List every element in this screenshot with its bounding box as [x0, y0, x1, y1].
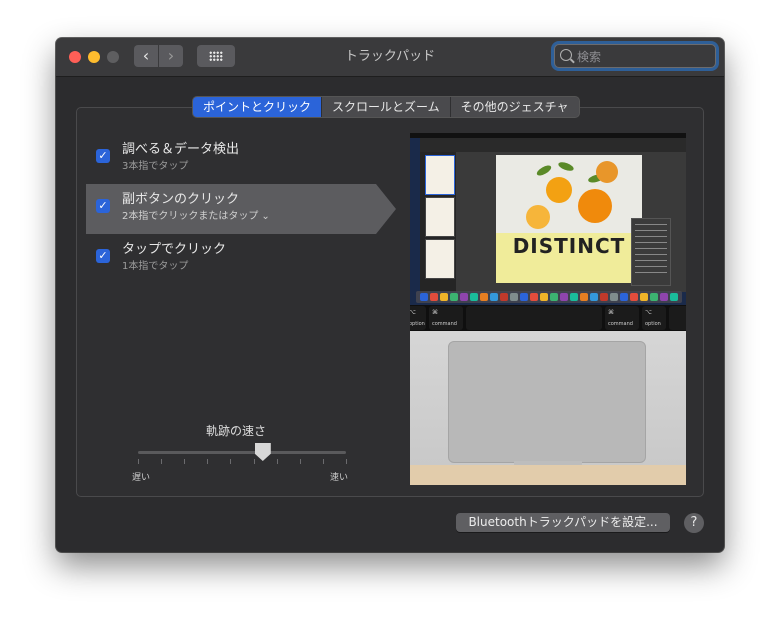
- dock-app-icon: [640, 293, 648, 301]
- dock-app-icon: [650, 293, 658, 301]
- slider-tick: [138, 459, 139, 464]
- preview-dock: [416, 291, 682, 303]
- tab-point-and-click[interactable]: ポイントとクリック: [193, 97, 323, 117]
- dock-app-icon: [510, 293, 518, 301]
- preview-trackpad: [448, 341, 646, 463]
- slider-tick: [207, 459, 209, 464]
- setup-bluetooth-trackpad-button[interactable]: Bluetoothトラックパッドを設定...: [456, 513, 670, 532]
- key-command-left: ⌘ command: [429, 306, 463, 330]
- option-subtitle: 3本指でタップ: [122, 161, 189, 172]
- dock-app-icon: [660, 293, 668, 301]
- dock-app-icon: [560, 293, 568, 301]
- option-title: タップでクリック: [122, 242, 227, 257]
- slider-tick: [253, 459, 255, 464]
- key-command-right: ⌘ command: [605, 306, 639, 330]
- dock-app-icon: [490, 293, 498, 301]
- gesture-preview-video: DISTINCT ⌥ option ⌘ command ⌘ command ⌥ opti…: [410, 133, 686, 485]
- slider-tick: [184, 459, 186, 464]
- option-secondary-click[interactable]: ✓ 副ボタンのクリック 2本指でクリックまたはタップ ⌄: [86, 184, 396, 234]
- slider-tick: [230, 459, 232, 464]
- search-icon: [560, 49, 572, 61]
- preferences-window: ‹ › トラックパッド ポイントとクリック スクロールとズーム その他のジェスチ…: [56, 38, 724, 552]
- dock-app-icon: [610, 293, 618, 301]
- dock-app-icon: [630, 293, 638, 301]
- option-subtitle: 1本指でタップ: [122, 261, 189, 272]
- dock-app-icon: [570, 293, 578, 301]
- dock-app-icon: [480, 293, 488, 301]
- dock-app-icon: [420, 293, 428, 301]
- dock-app-icon: [540, 293, 548, 301]
- preview-context-menu: [631, 218, 671, 286]
- tracking-speed-label: 軌跡の速さ: [205, 424, 266, 438]
- slider-tick: [299, 459, 301, 464]
- oranges-photo: [496, 155, 642, 233]
- document-headline: DISTINCT: [512, 234, 626, 258]
- tab-bar: ポイントとクリック スクロールとズーム その他のジェスチャ: [193, 97, 579, 117]
- dock-app-icon: [550, 293, 558, 301]
- option-title: 調べる＆データ検出: [122, 142, 240, 157]
- tab-more-gestures[interactable]: その他のジェスチャ: [451, 97, 579, 117]
- slider-tick: [161, 459, 163, 464]
- dock-app-icon: [450, 293, 458, 301]
- slider-tick: [276, 459, 278, 464]
- help-button[interactable]: ?: [684, 513, 704, 533]
- preview-page-thumbnail: [425, 155, 455, 195]
- chevron-down-icon: ⌄: [261, 211, 270, 222]
- preview-document-page: DISTINCT: [496, 155, 671, 286]
- key-option-right: ⌥ option: [642, 306, 666, 330]
- preview-laptop-case: [410, 331, 686, 485]
- dock-app-icon: [520, 293, 528, 301]
- tab-scroll-and-zoom[interactable]: スクロールとズーム: [322, 97, 451, 117]
- dock-app-icon: [500, 293, 508, 301]
- checkbox-tap-to-click[interactable]: ✓: [96, 249, 110, 263]
- option-subtitle-dropdown[interactable]: 2本指でクリックまたはタップ ⌄: [122, 207, 270, 222]
- preview-page-thumbnail: [425, 239, 455, 279]
- dock-app-icon: [440, 293, 448, 301]
- dock-app-icon: [460, 293, 468, 301]
- option-title: 副ボタンのクリック: [122, 192, 240, 207]
- preview-screen: DISTINCT: [410, 133, 686, 305]
- key-space: [466, 306, 602, 330]
- key-option-left: ⌥ option: [410, 306, 426, 330]
- dock-app-icon: [470, 293, 478, 301]
- tracking-speed-slider-track[interactable]: [138, 451, 346, 454]
- checkbox-secondary-click[interactable]: ✓: [96, 199, 110, 213]
- option-tap-to-click[interactable]: ✓ タップでクリック 1本指でタップ: [84, 234, 384, 284]
- slider-tick: [322, 459, 324, 464]
- dock-app-icon: [670, 293, 678, 301]
- dock-app-icon: [600, 293, 608, 301]
- slow-label: 遅い: [132, 473, 151, 483]
- preview-page-thumbnail: [425, 197, 455, 237]
- dock-app-icon: [430, 293, 438, 301]
- preview-keyboard: ⌥ option ⌘ command ⌘ command ⌥ option: [410, 305, 686, 331]
- title-bar: ‹ › トラックパッド: [56, 38, 724, 77]
- dock-app-icon: [530, 293, 538, 301]
- key-arrow: [669, 306, 686, 330]
- tracking-speed-ticks: [138, 459, 347, 465]
- dock-app-icon: [580, 293, 588, 301]
- preview-toolbar: [420, 138, 686, 152]
- search-input[interactable]: [575, 47, 715, 67]
- fast-label: 速い: [330, 473, 349, 483]
- preview-desk: [410, 465, 686, 485]
- slider-tick: [346, 459, 347, 464]
- dock-app-icon: [620, 293, 628, 301]
- dock-app-icon: [590, 293, 598, 301]
- option-lookup-data-detectors[interactable]: ✓ 調べる＆データ検出 3本指でタップ: [84, 134, 384, 184]
- search-field[interactable]: [554, 44, 716, 68]
- option-subtitle-label: 2本指でクリックまたはタップ: [122, 211, 259, 222]
- checkbox-lookup[interactable]: ✓: [96, 149, 110, 163]
